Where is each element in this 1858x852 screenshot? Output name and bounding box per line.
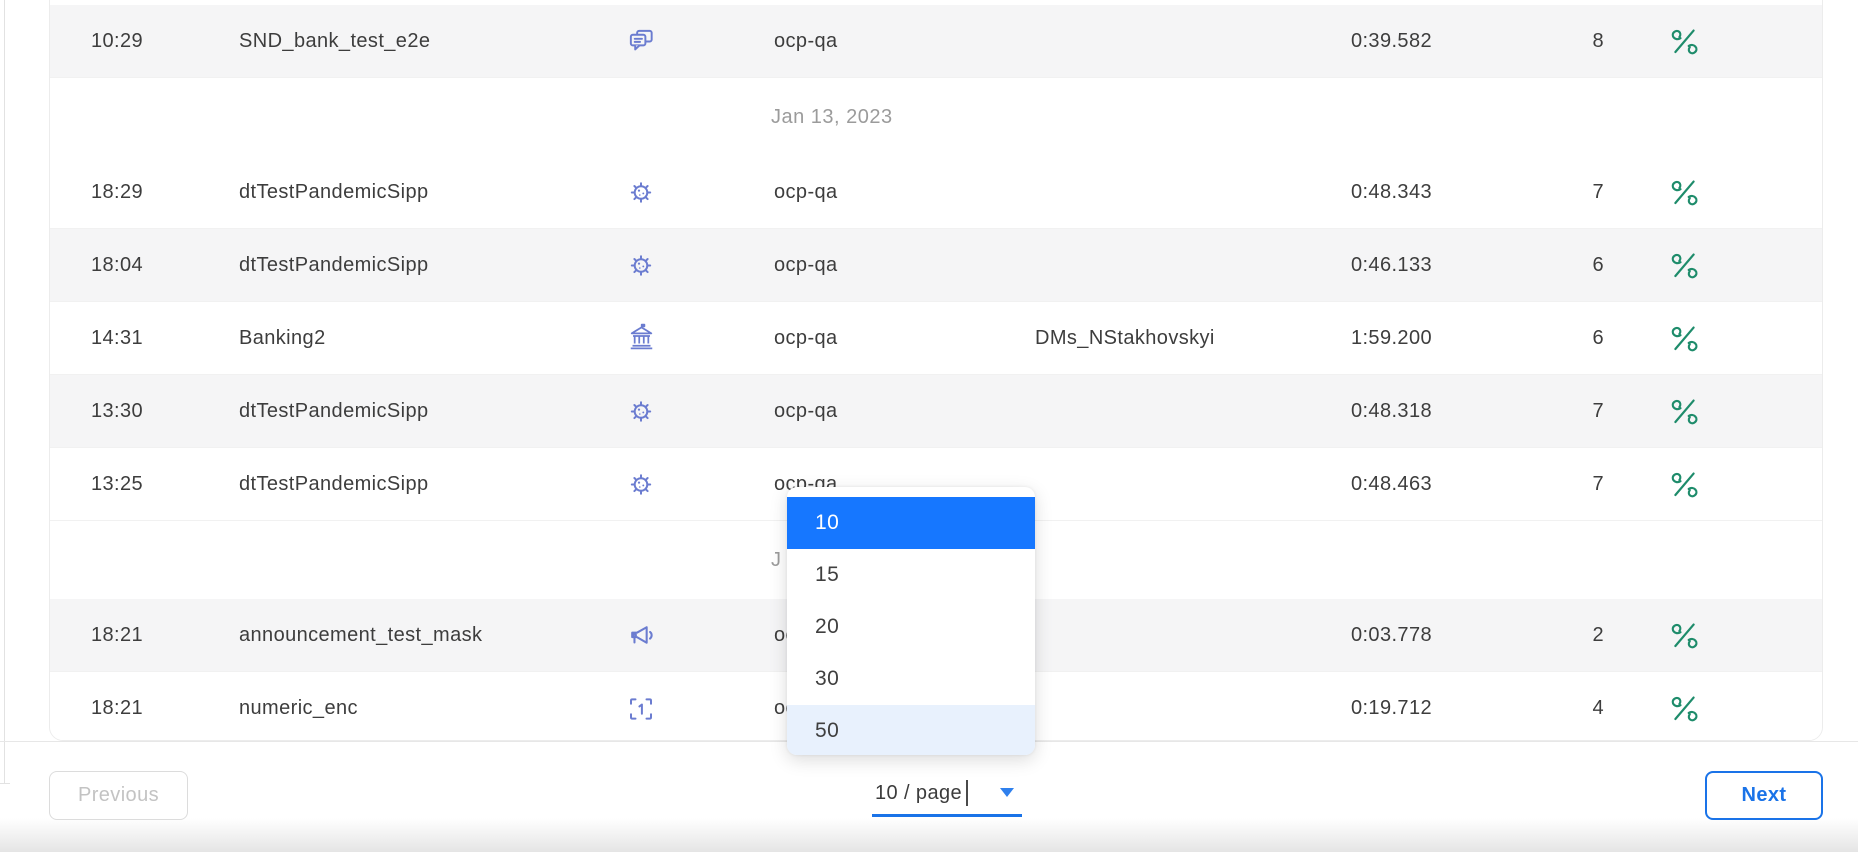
run-duration: 0:48.463 xyxy=(1248,473,1432,496)
left-panel-edge xyxy=(4,0,5,783)
run-agent: ocp-qa xyxy=(774,30,1035,53)
run-count: 2 xyxy=(1432,624,1604,647)
page-size-option-50[interactable]: 50 xyxy=(787,705,1035,755)
chevron-down-icon xyxy=(1000,788,1014,797)
percent-icon[interactable] xyxy=(1604,469,1764,500)
run-user: DMs_NStakhovskyi xyxy=(1035,327,1248,350)
run-agent: ocp-qa xyxy=(774,400,1035,423)
text-cursor xyxy=(966,780,968,806)
run-agent: ocp-qa xyxy=(774,181,1035,204)
run-count: 7 xyxy=(1432,181,1604,204)
virus-icon xyxy=(587,250,695,280)
run-time: 14:31 xyxy=(91,327,239,350)
run-name: SND_bank_test_e2e xyxy=(239,30,587,53)
percent-icon[interactable] xyxy=(1604,177,1764,208)
previous-page-button[interactable]: Previous xyxy=(49,771,188,820)
table-row[interactable]: 10:29 SND_bank_test_e2e ocp-qa 0:39.582 … xyxy=(50,5,1822,78)
date-separator-label: Jan 13, 2023 xyxy=(771,106,893,129)
percent-icon[interactable] xyxy=(1604,620,1764,651)
virus-icon xyxy=(587,177,695,207)
number-frame-icon xyxy=(587,694,695,724)
run-time: 13:25 xyxy=(91,473,239,496)
run-agent: ocp-qa xyxy=(774,254,1035,277)
page-size-option-15[interactable]: 15 xyxy=(787,549,1035,601)
run-duration: 0:48.318 xyxy=(1248,400,1432,423)
run-duration: 0:03.778 xyxy=(1248,624,1432,647)
next-page-button[interactable]: Next xyxy=(1705,771,1823,820)
run-duration: 1:59.200 xyxy=(1248,327,1432,350)
percent-icon[interactable] xyxy=(1604,250,1764,281)
percent-icon[interactable] xyxy=(1604,693,1764,724)
run-name: dtTestPandemicSipp xyxy=(239,181,587,204)
left-panel-edge-corner xyxy=(0,783,10,784)
date-separator-row: Jan 13, 2023 xyxy=(50,78,1822,156)
percent-icon[interactable] xyxy=(1604,26,1764,57)
run-time: 13:30 xyxy=(91,400,239,423)
run-count: 6 xyxy=(1432,327,1604,350)
page-size-option-10[interactable]: 10 xyxy=(787,497,1035,549)
run-duration: 0:39.582 xyxy=(1248,30,1432,53)
run-time: 18:04 xyxy=(91,254,239,277)
page-size-value: 10 / page xyxy=(872,782,962,805)
run-name: announcement_test_mask xyxy=(239,624,587,647)
page-size-select[interactable]: 10 / page xyxy=(872,772,1022,817)
run-name: numeric_enc xyxy=(239,697,587,720)
virus-icon xyxy=(587,396,695,426)
comments-icon xyxy=(587,26,695,57)
run-name: dtTestPandemicSipp xyxy=(239,473,587,496)
run-agent: ocp-qa xyxy=(774,327,1035,350)
table-row[interactable]: 13:30 dtTestPandemicSipp ocp-qa 0:48.318… xyxy=(50,375,1822,448)
run-time: 10:29 xyxy=(91,30,239,53)
run-name: dtTestPandemicSipp xyxy=(239,400,587,423)
page-size-option-30[interactable]: 30 xyxy=(787,653,1035,705)
run-time: 18:29 xyxy=(91,181,239,204)
run-name: Banking2 xyxy=(239,327,587,350)
percent-icon[interactable] xyxy=(1604,323,1764,354)
run-count: 6 xyxy=(1432,254,1604,277)
page: 10:29 SND_bank_test_e2e ocp-qa 0:39.582 … xyxy=(0,0,1858,852)
run-count: 7 xyxy=(1432,400,1604,423)
bottom-fade xyxy=(0,818,1858,852)
table-row[interactable]: 14:31 Banking2 ocp-qa DMs_NStakhovskyi 1… xyxy=(50,302,1822,375)
megaphone-icon xyxy=(587,620,695,651)
run-count: 7 xyxy=(1432,473,1604,496)
run-duration: 0:19.712 xyxy=(1248,697,1432,720)
run-count: 4 xyxy=(1432,697,1604,720)
run-time: 18:21 xyxy=(91,697,239,720)
date-separator-label: J xyxy=(771,549,782,572)
bank-icon xyxy=(587,323,695,354)
run-duration: 0:46.133 xyxy=(1248,254,1432,277)
page-size-option-20[interactable]: 20 xyxy=(787,601,1035,653)
table-row[interactable]: 18:29 dtTestPandemicSipp ocp-qa 0:48.343… xyxy=(50,156,1822,229)
run-count: 8 xyxy=(1432,30,1604,53)
run-duration: 0:48.343 xyxy=(1248,181,1432,204)
run-time: 18:21 xyxy=(91,624,239,647)
table-row[interactable]: 18:04 dtTestPandemicSipp ocp-qa 0:46.133… xyxy=(50,229,1822,302)
percent-icon[interactable] xyxy=(1604,396,1764,427)
virus-icon xyxy=(587,469,695,499)
run-name: dtTestPandemicSipp xyxy=(239,254,587,277)
page-size-dropdown: 1015203050 xyxy=(787,487,1035,755)
